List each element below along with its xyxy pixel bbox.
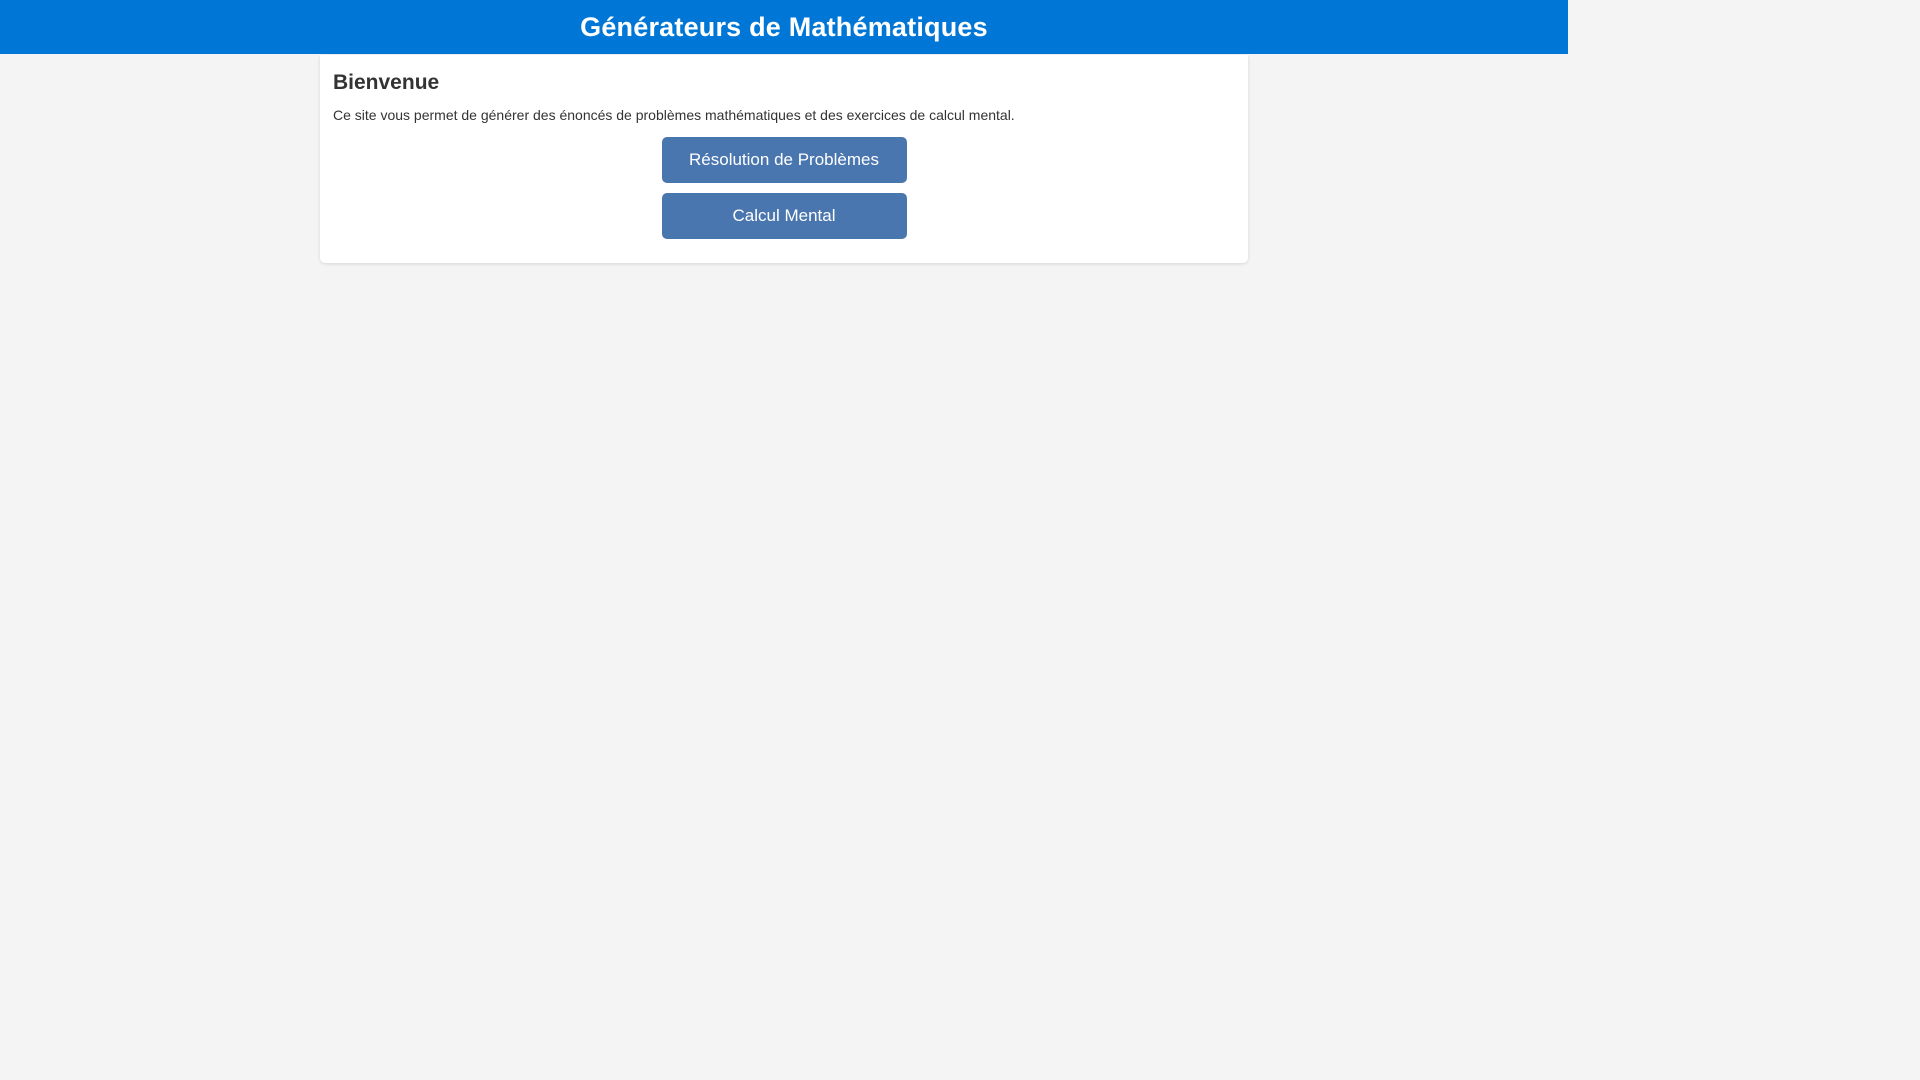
navigation-buttons: Résolution de Problèmes Calcul Mental: [333, 137, 1235, 239]
site-title: Générateurs de Mathématiques: [580, 11, 988, 42]
site-header: Générateurs de Mathématiques: [0, 0, 1568, 54]
mental-calculation-button[interactable]: Calcul Mental: [661, 193, 907, 239]
welcome-description: Ce site vous permet de générer des énonc…: [333, 107, 1015, 123]
welcome-heading: Bienvenue: [333, 71, 440, 94]
problem-solving-button[interactable]: Résolution de Problèmes: [661, 137, 907, 183]
welcome-card: Bienvenue Ce site vous permet de générer…: [320, 55, 1248, 263]
